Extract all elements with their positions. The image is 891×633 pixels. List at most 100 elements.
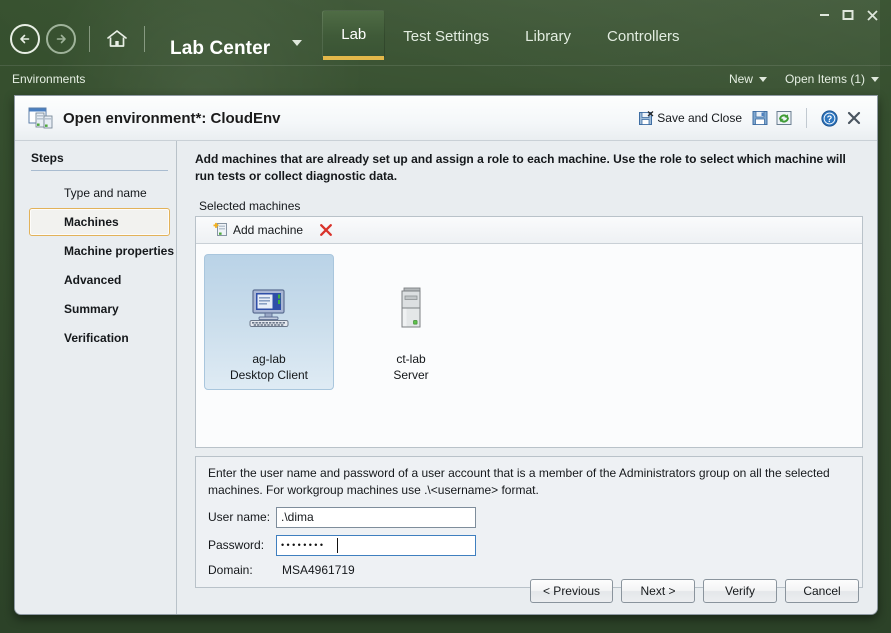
machine-tile-ag-lab[interactable]: ag-lab Desktop Client <box>204 253 334 390</box>
open-items-menu-button[interactable]: Open Items (1) <box>785 72 879 86</box>
back-arrow-icon <box>20 34 30 44</box>
step-verification-label: Verification <box>64 331 129 345</box>
password-text-caret <box>337 537 338 553</box>
svg-text:?: ? <box>826 114 832 124</box>
add-machine-label: Add machine <box>233 222 304 237</box>
user-name-input[interactable] <box>276 506 476 528</box>
add-machine-icon <box>213 223 227 237</box>
machine-name-ag-lab: ag-lab <box>252 351 286 366</box>
content-pane: Add machines that are already set up and… <box>177 141 877 614</box>
new-menu-label: New <box>728 72 753 86</box>
tab-test-settings[interactable]: Test Settings <box>385 16 507 56</box>
selected-machines-label: Selected machines <box>199 198 301 213</box>
step-machines[interactable]: Machines <box>29 208 170 236</box>
open-environment-dialog: Open environment*: CloudEnv Save and Clo… <box>14 95 878 615</box>
step-advanced-label: Advanced <box>64 273 122 287</box>
step-summary[interactable]: Summary <box>29 295 170 323</box>
save-and-close-label: Save and Close <box>657 111 742 125</box>
app-title: Lab Center <box>170 38 271 59</box>
app-title-dropdown-button[interactable] <box>276 18 303 60</box>
previous-button[interactable]: < Previous <box>529 579 613 603</box>
red-x-delete-icon <box>320 223 332 236</box>
tab-library-label: Library <box>525 27 572 45</box>
step-machine-properties[interactable]: Machine properties <box>29 237 174 265</box>
user-name-label: User name: <box>208 510 271 525</box>
delete-machine-button[interactable] <box>314 221 338 239</box>
chevron-down-icon <box>292 40 303 60</box>
user-name-row: User name: <box>208 506 850 528</box>
forward-arrow-icon <box>56 34 66 44</box>
window-controls <box>813 2 883 28</box>
help-button[interactable]: ? <box>817 107 841 129</box>
server-tower-icon <box>396 281 426 337</box>
tab-library[interactable]: Library <box>507 16 589 56</box>
save-button[interactable] <box>748 107 772 129</box>
dialog-header: Open environment*: CloudEnv Save and Clo… <box>15 96 877 141</box>
forward-button[interactable] <box>46 24 76 54</box>
save-and-close-button[interactable]: Save and Close <box>633 108 748 129</box>
maximize-icon <box>842 10 854 20</box>
selected-machines-box: Add machine ag-lab Desktop Client ct-lab… <box>195 215 863 448</box>
nav-divider-2 <box>144 26 145 52</box>
close-icon <box>847 111 861 125</box>
save-disk-icon <box>752 111 768 125</box>
machine-role-ct-lab: Server <box>393 367 429 382</box>
nav-divider <box>89 26 90 52</box>
step-type-and-name[interactable]: Type and name <box>29 179 170 207</box>
open-items-label: Open Items (1) <box>784 72 865 86</box>
dialog-body: Steps Type and name Machines Machine pro… <box>15 141 877 614</box>
steps-title: Steps <box>31 151 64 165</box>
dialog-actions: Save and Close ? <box>633 106 877 130</box>
tab-lab-label: Lab <box>341 25 367 43</box>
minimize-icon <box>819 13 829 16</box>
password-row: Password: •••••••• <box>208 534 850 556</box>
sub-toolbar: Environments New Open Items (1) <box>0 65 891 92</box>
chevron-down-icon <box>871 76 879 82</box>
new-menu-button[interactable]: New <box>729 72 767 86</box>
machine-tile-ct-lab[interactable]: ct-lab Server <box>346 254 476 390</box>
close-icon <box>866 9 878 21</box>
step-summary-label: Summary <box>64 302 119 316</box>
close-window-button[interactable] <box>861 5 883 25</box>
dialog-footer: < Previous Next > Verify Cancel <box>15 568 877 614</box>
save-and-close-icon <box>639 110 654 125</box>
breadcrumb[interactable]: Environments <box>0 72 85 86</box>
home-icon <box>107 30 127 47</box>
instruction-text: Add machines that are already set up and… <box>195 152 846 184</box>
step-advanced[interactable]: Advanced <box>29 266 170 294</box>
tab-test-settings-label: Test Settings <box>403 27 490 45</box>
tab-lab[interactable]: Lab <box>322 10 386 60</box>
tab-controllers-label: Controllers <box>607 27 680 45</box>
main-tabs: Lab Test Settings Library Controllers <box>302 0 697 68</box>
chevron-down-icon <box>758 76 767 82</box>
back-button[interactable] <box>10 24 40 54</box>
machines-toolbar: Add machine <box>196 216 862 244</box>
cancel-button[interactable]: Cancel <box>785 579 859 603</box>
dialog-actions-divider <box>806 108 807 128</box>
navigation-group: Lab Center <box>0 0 303 60</box>
add-machine-button[interactable]: Add machine <box>208 220 308 239</box>
refresh-icon <box>776 111 792 125</box>
help-question-icon: ? <box>820 109 838 127</box>
step-machines-label: Machines <box>64 215 119 229</box>
machine-name-ct-lab: ct-lab <box>396 351 426 366</box>
machines-list: ag-lab Desktop Client ct-lab Server <box>196 243 862 447</box>
machine-role-ag-lab: Desktop Client <box>229 367 309 382</box>
close-dialog-button[interactable] <box>841 106 867 130</box>
tab-controllers[interactable]: Controllers <box>589 16 698 56</box>
password-field-wrapper: •••••••• <box>276 534 476 556</box>
home-button[interactable] <box>103 25 131 53</box>
application-header: Lab Center Lab Test Settings Library Con… <box>0 0 891 68</box>
next-button[interactable]: Next > <box>621 579 695 603</box>
steps-sidebar: Steps Type and name Machines Machine pro… <box>15 141 177 614</box>
refresh-button[interactable] <box>772 107 796 129</box>
verify-button[interactable]: Verify <box>703 579 777 603</box>
environment-icon <box>27 104 55 132</box>
password-input[interactable] <box>276 534 476 556</box>
step-verification[interactable]: Verification <box>29 324 170 352</box>
dialog-title: Open environment*: CloudEnv <box>63 109 281 127</box>
minimize-button[interactable] <box>813 2 835 28</box>
desktop-computer-icon <box>247 281 291 337</box>
maximize-button[interactable] <box>837 5 859 25</box>
step-machine-properties-label: Machine properties <box>64 244 175 258</box>
